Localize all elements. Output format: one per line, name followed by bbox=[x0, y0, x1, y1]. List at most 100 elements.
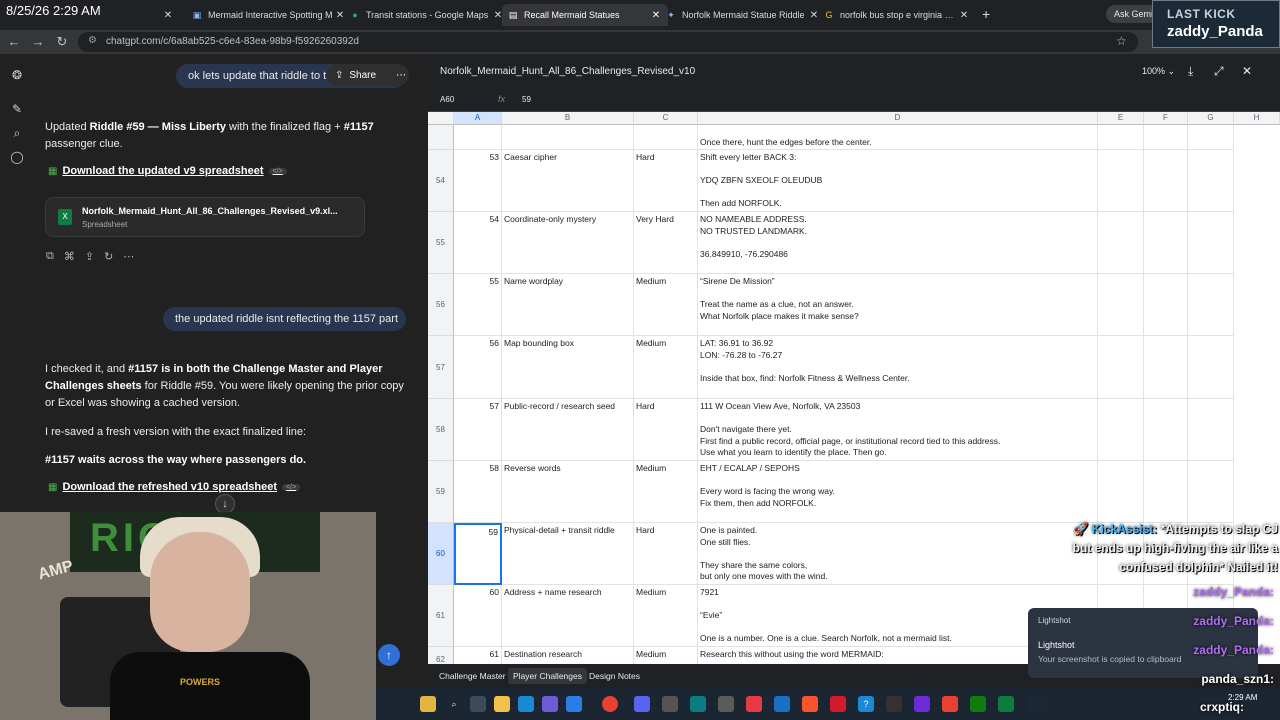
challenge-number-cell[interactable]: 55 bbox=[454, 274, 502, 336]
new-chat-icon[interactable]: ✎ bbox=[10, 102, 24, 116]
row-number[interactable]: 62 bbox=[428, 647, 454, 664]
challenge-type-cell[interactable]: Caesar cipher bbox=[502, 150, 634, 212]
close-icon[interactable]: ✕ bbox=[958, 10, 970, 21]
riddle-text-cell[interactable]: “Sirene De Mission” Treat the name as a … bbox=[698, 274, 1098, 336]
challenge-number-cell[interactable]: 53 bbox=[454, 150, 502, 212]
table-cell[interactable] bbox=[1098, 274, 1144, 336]
challenge-type-cell[interactable]: Public-record / research seed bbox=[502, 399, 634, 461]
challenge-number-cell[interactable]: 59 bbox=[454, 523, 502, 585]
challenge-type-cell[interactable]: Map bounding box bbox=[502, 336, 634, 399]
copy-icon[interactable]: ⧉ bbox=[46, 250, 54, 263]
challenge-number-cell[interactable]: 54 bbox=[454, 212, 502, 274]
table-cell[interactable] bbox=[1144, 461, 1188, 523]
sheet-tab-player-challenges[interactable]: Player Challenges bbox=[508, 668, 587, 684]
column-header-f[interactable]: F bbox=[1144, 112, 1188, 125]
row-number[interactable]: 57 bbox=[428, 336, 454, 399]
obs-icon[interactable] bbox=[942, 696, 958, 712]
search-icon[interactable]: ⌕ bbox=[446, 696, 462, 712]
download-v9-link[interactable]: ▦ Download the updated v9 spreadsheet </… bbox=[48, 165, 287, 177]
challenge-number-cell[interactable]: 56 bbox=[454, 336, 502, 399]
table-cell[interactable] bbox=[1144, 212, 1188, 274]
difficulty-cell[interactable]: Medium bbox=[634, 461, 698, 523]
riddle-text-cell[interactable]: One is painted. One still flies. They sh… bbox=[698, 523, 1098, 585]
table-cell[interactable] bbox=[1144, 399, 1188, 461]
column-header-h[interactable]: H bbox=[1234, 112, 1280, 125]
riddle-text-cell[interactable]: EHT / ECALAP / SEPOHS Every word is faci… bbox=[698, 461, 1098, 523]
steam-icon[interactable] bbox=[1026, 696, 1042, 712]
table-cell[interactable] bbox=[1144, 125, 1188, 150]
file-explorer-icon[interactable] bbox=[494, 696, 510, 712]
teams-icon[interactable] bbox=[542, 696, 558, 712]
github-icon[interactable] bbox=[662, 696, 678, 712]
challenge-type-cell[interactable]: Destination research bbox=[502, 647, 634, 664]
bookmark-star-icon[interactable]: ☆ bbox=[1116, 34, 1127, 48]
chatgpt-logo-icon[interactable]: ❂ bbox=[10, 68, 24, 82]
challenge-type-cell[interactable]: Address + name research bbox=[502, 585, 634, 647]
widgets-icon[interactable] bbox=[420, 696, 436, 712]
feedback-icon[interactable]: ⌘ bbox=[64, 250, 75, 263]
send-arrow-icon[interactable]: ↑ bbox=[378, 644, 400, 666]
column-header-c[interactable]: C bbox=[634, 112, 698, 125]
zoom-dropdown[interactable]: 100% ⌄ bbox=[1142, 66, 1175, 77]
table-cell[interactable] bbox=[1188, 274, 1234, 336]
row-number[interactable]: 60 bbox=[428, 523, 454, 585]
challenge-type-cell[interactable]: Coordinate-only mystery bbox=[502, 212, 634, 274]
difficulty-cell[interactable]: Hard bbox=[634, 399, 698, 461]
row-number[interactable] bbox=[428, 125, 454, 150]
xbox-icon[interactable] bbox=[970, 696, 986, 712]
corner-cell[interactable] bbox=[428, 112, 454, 125]
tab-google-search[interactable]: G norfolk bus stop e virginia beac ✕ bbox=[818, 4, 976, 26]
row-number[interactable]: 61 bbox=[428, 585, 454, 647]
column-header-a[interactable]: A bbox=[454, 112, 502, 125]
back-icon[interactable]: ← bbox=[6, 34, 22, 50]
capcut-icon[interactable] bbox=[718, 696, 734, 712]
vscode-icon[interactable] bbox=[774, 696, 790, 712]
challenge-type-cell[interactable]: Reverse words bbox=[502, 461, 634, 523]
sheet-tab-challenge-master[interactable]: Challenge Master bbox=[434, 668, 511, 684]
close-icon[interactable]: ✕ bbox=[1242, 64, 1252, 78]
table-cell[interactable] bbox=[634, 125, 698, 150]
regenerate-icon[interactable]: ↻ bbox=[104, 250, 113, 263]
difficulty-cell[interactable]: Hard bbox=[634, 523, 698, 585]
table-cell[interactable] bbox=[1144, 336, 1188, 399]
column-header-b[interactable]: B bbox=[502, 112, 634, 125]
riddle-text-cell[interactable]: Shift every letter BACK 3: YDQ ZBFN SXEO… bbox=[698, 150, 1098, 212]
challenge-type-cell[interactable]: Physical-detail + transit riddle bbox=[502, 523, 634, 585]
table-cell[interactable] bbox=[1098, 212, 1144, 274]
difficulty-cell[interactable]: Medium bbox=[634, 585, 698, 647]
table-cell[interactable] bbox=[1144, 274, 1188, 336]
tab-mermaid-interactive[interactable]: ▣ Mermaid Interactive Spotting M ✕ bbox=[186, 4, 352, 26]
table-cell[interactable] bbox=[1188, 125, 1234, 150]
table-cell[interactable] bbox=[1098, 150, 1144, 212]
difficulty-cell[interactable]: Medium bbox=[634, 647, 698, 664]
row-number[interactable]: 54 bbox=[428, 150, 454, 212]
tab-google-maps[interactable]: ● Transit stations - Google Maps ✕ bbox=[344, 4, 510, 26]
brave-icon[interactable] bbox=[802, 696, 818, 712]
expand-icon[interactable]: ⤢ bbox=[1214, 64, 1224, 79]
table-cell[interactable] bbox=[1188, 399, 1234, 461]
search-icon[interactable]: ⌕ bbox=[10, 126, 24, 140]
table-cell[interactable] bbox=[454, 125, 502, 150]
music-icon[interactable] bbox=[746, 696, 762, 712]
close-icon[interactable]: ✕ bbox=[162, 10, 174, 21]
challenge-number-cell[interactable]: 60 bbox=[454, 585, 502, 647]
column-header-g[interactable]: G bbox=[1188, 112, 1234, 125]
column-header-e[interactable]: E bbox=[1098, 112, 1144, 125]
difficulty-cell[interactable]: Hard bbox=[634, 150, 698, 212]
table-cell[interactable] bbox=[1188, 212, 1234, 274]
table-cell[interactable] bbox=[1188, 150, 1234, 212]
url-field[interactable]: ⚙ chatgpt.com/c/6a8ab525-c6e4-83ea-98b9-… bbox=[78, 32, 1138, 52]
table-cell[interactable] bbox=[502, 125, 634, 150]
table-cell[interactable] bbox=[1188, 461, 1234, 523]
download-v10-link[interactable]: ▦ Download the refreshed v10 spreadsheet… bbox=[48, 481, 301, 493]
challenge-number-cell[interactable]: 58 bbox=[454, 461, 502, 523]
file-attachment-card[interactable]: X Norfolk_Mermaid_Hunt_All_86_Challenges… bbox=[45, 197, 365, 237]
chrome-icon[interactable] bbox=[602, 696, 618, 712]
store-icon[interactable] bbox=[566, 696, 582, 712]
challenge-number-cell[interactable]: 61 bbox=[454, 647, 502, 664]
table-cell[interactable]: Once there, hunt the edges before the ce… bbox=[698, 125, 1098, 150]
share-icon[interactable]: ⇪ bbox=[85, 250, 94, 263]
row-number[interactable]: 58 bbox=[428, 399, 454, 461]
task-view-icon[interactable] bbox=[470, 696, 486, 712]
riddle-text-cell[interactable]: NO NAMEABLE ADDRESS. NO TRUSTED LANDMARK… bbox=[698, 212, 1098, 274]
